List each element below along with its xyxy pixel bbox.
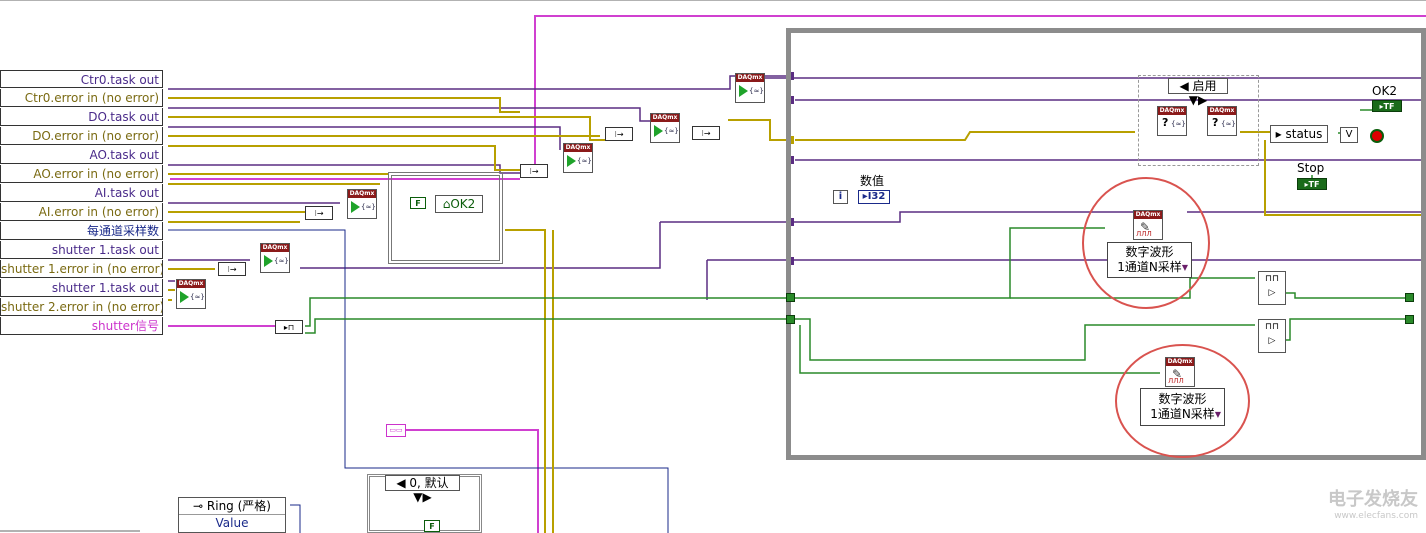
bundle-node-2[interactable]: ⁝→ [305, 206, 333, 220]
indicator-ao-task-out[interactable]: AO.task out [0, 146, 163, 164]
daqmx-start-node-5[interactable]: DAQmx {≈} [650, 113, 680, 143]
daqmx-start-node-2[interactable]: DAQmx {≈} [260, 243, 290, 273]
inner-while-loop [388, 172, 503, 264]
stop-label: Stop [1297, 161, 1325, 175]
daqmx-start-node-3[interactable]: DAQmx {≈} [347, 189, 377, 219]
shutter-waveform-node[interactable]: ▸⊓ [275, 320, 303, 334]
waveform-icon: {≈} [577, 157, 592, 165]
pink-constant[interactable]: ▭▭ [386, 424, 406, 437]
waveform-icon: {≈} [190, 293, 205, 301]
waveform-icon: {≈} [361, 203, 376, 211]
highlight-circle-1 [1082, 177, 1210, 309]
bundle-node-3[interactable]: ⁝→ [520, 164, 548, 178]
indicator-do-error-in[interactable]: DO.error in (no error) [0, 127, 163, 145]
indicator-shutter1-task-out[interactable]: shutter 1.task out [0, 241, 163, 259]
indicator-do-task-out[interactable]: DO.task out [0, 108, 163, 126]
play-icon [351, 201, 360, 213]
indicator-ctr0-error-in[interactable]: Ctr0.error in (no error) [0, 89, 163, 107]
shift-register-left-1[interactable] [786, 293, 795, 302]
waveform-icon: {≈} [1221, 120, 1236, 128]
digital-pulse-node-2[interactable]: ⊓⊓ ▷ [1258, 319, 1286, 353]
lower-case-selector[interactable]: ◀ 0, 默认 ▼▶ [385, 475, 460, 504]
status-unbundle[interactable]: ▸ status [1270, 125, 1328, 143]
play-icon [739, 85, 748, 97]
play-icon [264, 255, 273, 267]
play-icon [654, 125, 663, 137]
indicator-shutter1-error-in[interactable]: shutter 1.error in (no error) [0, 260, 163, 278]
daqmx-start-node-4[interactable]: DAQmx {≈} [563, 143, 593, 173]
daqmx-start-node-1[interactable]: DAQmx {≈} [176, 279, 206, 309]
numeric-label: 数值 [860, 174, 885, 188]
watermark-logo: 电子发烧友 www.elecfans.com [1328, 489, 1418, 521]
shift-register-right-1[interactable] [1405, 293, 1414, 302]
indicator-ai-error-in[interactable]: AI.error in (no error) [0, 203, 163, 221]
indicator-shutter1-task-out-2[interactable]: shutter 1.task out [0, 279, 163, 297]
play-icon [567, 155, 576, 167]
indicator-samples-per-channel[interactable]: 每通道采样数 [0, 222, 163, 240]
ok2-local-variable[interactable]: ⌂OK2 [435, 195, 483, 213]
bundle-node-1[interactable]: ⁝→ [218, 262, 246, 276]
or-function[interactable]: V [1340, 127, 1358, 143]
indicator-ctr0-task-out[interactable]: Ctr0.task out [0, 70, 163, 88]
play-icon [180, 291, 189, 303]
ring-control[interactable]: ⊸ Ring (严格) Value [178, 497, 286, 533]
waveform-icon: {≈} [274, 257, 289, 265]
indicator-ai-task-out[interactable]: AI.task out [0, 184, 163, 202]
indicator-shutter-signal[interactable]: shutter信号 [0, 317, 163, 335]
stop-sign-icon[interactable] [1370, 129, 1384, 143]
enable-case-selector[interactable]: ◀ 启用 ▼▶ [1168, 78, 1228, 107]
indicator-shutter2-error-in[interactable]: shutter 2.error in (no error) [0, 298, 163, 316]
digital-pulse-node-1[interactable]: ⊓⊓ ▷ [1258, 271, 1286, 305]
stop-terminal[interactable]: ▸TF [1297, 178, 1327, 190]
daqmx-status-node-1[interactable]: DAQmx? {≈} [1157, 106, 1187, 136]
waveform-icon: {≈} [1171, 120, 1186, 128]
ring-label: ⊸ Ring (严格) [193, 499, 271, 513]
false-constant-2[interactable]: F [424, 520, 440, 532]
numeric-i32-indicator[interactable]: ▸I32 [858, 190, 890, 204]
daqmx-start-node-6[interactable]: DAQmx {≈} [735, 73, 765, 103]
highlight-circle-2 [1115, 344, 1250, 458]
iteration-terminal: i [833, 190, 848, 204]
false-constant-1[interactable]: F [410, 197, 426, 209]
bundle-node-4[interactable]: ⁝→ [605, 127, 633, 141]
indicator-ao-error-in[interactable]: AO.error in (no error) [0, 165, 163, 183]
ring-value: Value [179, 514, 285, 531]
ok2-control-label: OK2 [1372, 84, 1397, 98]
shift-register-right-2[interactable] [1405, 315, 1414, 324]
bundle-node-5[interactable]: ⁝→ [692, 126, 720, 140]
shift-register-left-2[interactable] [786, 315, 795, 324]
ok2-control-terminal[interactable]: ▸TF [1372, 100, 1402, 112]
waveform-icon: {≈} [749, 87, 764, 95]
waveform-icon: {≈} [664, 127, 679, 135]
daqmx-status-node-2[interactable]: DAQmx? {≈} [1207, 106, 1237, 136]
